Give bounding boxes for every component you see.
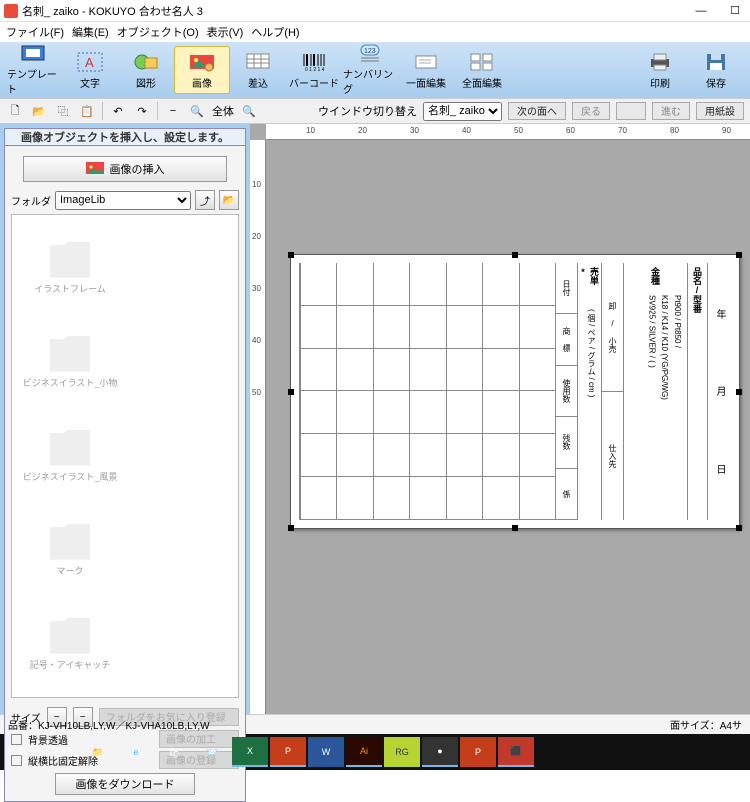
thumbnail-area: イラストフレーム ビジネスイラスト_小物 ビジネスイラスト_風景 マーク 記号・…: [11, 214, 239, 698]
menu-view[interactable]: 表示(V): [207, 24, 244, 40]
ruler-horizontal: 10 20 30 40 50 60 70 80 90: [266, 124, 750, 140]
forward-button[interactable]: 進む: [652, 102, 690, 120]
secondary-toolbar: 🗋 📂 ⿻ 📋 ↶ ↷ − 🔍 全体 🔍 ウインドウ切り替え 名刺_ zaiko…: [0, 98, 750, 124]
tool-template[interactable]: テンプレート: [6, 46, 62, 94]
canvas-area[interactable]: 10 20 30 40 50 60 70 80 90 10 20 30 40 5…: [250, 124, 750, 714]
copy-icon[interactable]: ⿻: [54, 102, 72, 120]
tool-print[interactable]: 印刷: [632, 46, 688, 94]
zoom-icon[interactable]: 🔍: [188, 102, 206, 120]
nav-blank-button[interactable]: [616, 102, 646, 120]
store-icon[interactable]: 🛍: [156, 737, 192, 767]
card-page[interactable]: 年月日 品名/型番 金種 Pt900 / Pt850 / K18 / K14 /…: [290, 254, 740, 529]
folder-icon: [50, 524, 90, 560]
tool-text[interactable]: A文字: [62, 46, 118, 94]
metal-label: 金種: [624, 263, 687, 291]
wholesale-label: 卸 / 小売: [602, 263, 623, 392]
workspace: 画像オブジェクトを挿入し、設定します。 画像の挿入 フォルダ ImageLib …: [0, 124, 750, 714]
menubar: ファイル(F) 編集(E) オブジェクト(O) 表示(V) ヘルプ(H): [0, 22, 750, 42]
side-panel: 画像オブジェクトを挿入し、設定します。 画像の挿入 フォルダ ImageLib …: [0, 124, 250, 714]
folder-icon: [50, 242, 90, 278]
edge-icon[interactable]: e: [118, 737, 154, 767]
tool-shape[interactable]: 図形: [118, 46, 174, 94]
tool-save[interactable]: 保存: [688, 46, 744, 94]
thumb-item[interactable]: 記号・アイキャッチ: [20, 599, 120, 689]
folder-icon: [50, 430, 90, 466]
folder-icon: [50, 336, 90, 372]
card-content: 年月日 品名/型番 金種 Pt900 / Pt850 / K18 / K14 /…: [299, 263, 731, 520]
back-button[interactable]: 戻る: [572, 102, 610, 120]
excel-icon[interactable]: X: [232, 737, 268, 767]
table-grid: [300, 263, 555, 520]
paste-icon[interactable]: 📋: [78, 102, 96, 120]
panel-header: 画像オブジェクトを挿入し、設定します。: [4, 128, 246, 146]
cortana-icon[interactable]: ◯: [42, 737, 78, 767]
next-face-button[interactable]: 次の面へ: [508, 102, 566, 120]
undo-icon[interactable]: ↶: [109, 102, 127, 120]
folder-select[interactable]: ImageLib: [55, 191, 191, 210]
tool-single-edit[interactable]: 一面編集: [398, 46, 454, 94]
window-title: 名刺_ zaiko - KOKUYO 合わせ名人 3: [22, 3, 690, 19]
start-button[interactable]: ⊞: [4, 737, 40, 767]
document-select[interactable]: 名刺_ zaiko: [423, 102, 502, 121]
zoom-all-label[interactable]: 全体: [212, 103, 234, 119]
explorer-icon[interactable]: 📁: [80, 737, 116, 767]
thumb-item[interactable]: ビジネスイラスト_風景: [20, 411, 120, 501]
illustrator-icon[interactable]: Ai: [346, 737, 382, 767]
svg-text:A: A: [85, 55, 94, 70]
insert-image-button[interactable]: 画像の挿入: [23, 156, 227, 182]
minimize-button[interactable]: —: [690, 3, 712, 19]
window-switch-label: ウインドウ切り替え: [318, 103, 417, 119]
menu-file[interactable]: ファイル(F): [6, 24, 64, 40]
word-icon[interactable]: W: [308, 737, 344, 767]
supplier-label: 仕入先: [602, 392, 623, 520]
status-product: 品番：KJ-VH10LB,LY,W／KJ-VHA10LB,LY,W: [8, 717, 210, 732]
app-icon: [4, 4, 18, 18]
thumb-item[interactable]: ビジネスイラスト_小物: [20, 317, 120, 407]
powerpoint-icon[interactable]: P: [270, 737, 306, 767]
folder-icon: [50, 618, 90, 654]
date-column: 年月日: [707, 263, 731, 520]
unit-price-label: 売単 *: [578, 263, 601, 305]
tool-all-edit[interactable]: 全面編集: [454, 46, 510, 94]
tool-merge[interactable]: 差込: [230, 46, 286, 94]
folder-open-button[interactable]: 📂: [219, 190, 239, 210]
redo-icon[interactable]: ↷: [133, 102, 151, 120]
svg-text:0 1 2 1 4: 0 1 2 1 4: [305, 67, 325, 72]
tool-numbering[interactable]: 123ナンバリング: [342, 46, 398, 94]
app-task-icon[interactable]: ⬛: [498, 737, 534, 767]
svg-text:123: 123: [364, 48, 376, 55]
folder-up-button[interactable]: ⤴: [195, 190, 215, 210]
product-label: 品名/型番: [687, 263, 707, 520]
chrome-icon[interactable]: ●: [422, 737, 458, 767]
zoom-in-icon[interactable]: 🔍: [240, 102, 258, 120]
metal-body: Pt900 / Pt850 / K18 / K14 / K10 (YG/PG/W…: [624, 291, 687, 520]
maximize-button[interactable]: ☐: [724, 3, 746, 19]
mail-icon[interactable]: 📨: [194, 737, 230, 767]
taskbar: ⊞ ◯ 📁 e 🛍 📨 X P W Ai RG ● P ⬛: [0, 734, 750, 770]
paper-setting-button[interactable]: 用紙設: [696, 102, 744, 120]
thumb-item[interactable]: マーク: [20, 505, 120, 595]
unit-price-body: ( 個 / ペア / グラム / cm ): [578, 305, 601, 520]
image-icon: [86, 162, 104, 176]
titlebar: 名刺_ zaiko - KOKUYO 合わせ名人 3 — ☐: [0, 0, 750, 22]
tool-barcode[interactable]: 0 1 2 1 4バーコード: [286, 46, 342, 94]
tool-image[interactable]: 画像: [174, 46, 230, 94]
status-bar: 品番：KJ-VH10LB,LY,W／KJ-VHA10LB,LY,W 面サイズ：A…: [0, 714, 750, 734]
folder-label: フォルダ: [11, 193, 51, 208]
ruler-vertical: 10 20 30 40 50: [250, 140, 266, 714]
stock-table: 日付 商 標 使用数 残数 係: [299, 263, 577, 520]
ppt2-icon[interactable]: P: [460, 737, 496, 767]
main-toolbar: テンプレート A文字 図形 画像 差込 0 1 2 1 4バーコード 123ナン…: [0, 42, 750, 98]
download-image-button[interactable]: 画像をダウンロード: [55, 773, 195, 795]
open-icon[interactable]: 📂: [30, 102, 48, 120]
new-doc-icon[interactable]: 🗋: [6, 102, 24, 120]
thumb-item[interactable]: イラストフレーム: [20, 223, 120, 313]
menu-edit[interactable]: 編集(E): [72, 24, 109, 40]
zoom-out-icon[interactable]: −: [164, 102, 182, 120]
menu-help[interactable]: ヘルプ(H): [251, 24, 299, 40]
rg-icon[interactable]: RG: [384, 737, 420, 767]
status-size: 面サイズ：A4サ: [670, 717, 742, 732]
menu-object[interactable]: オブジェクト(O): [117, 24, 199, 40]
